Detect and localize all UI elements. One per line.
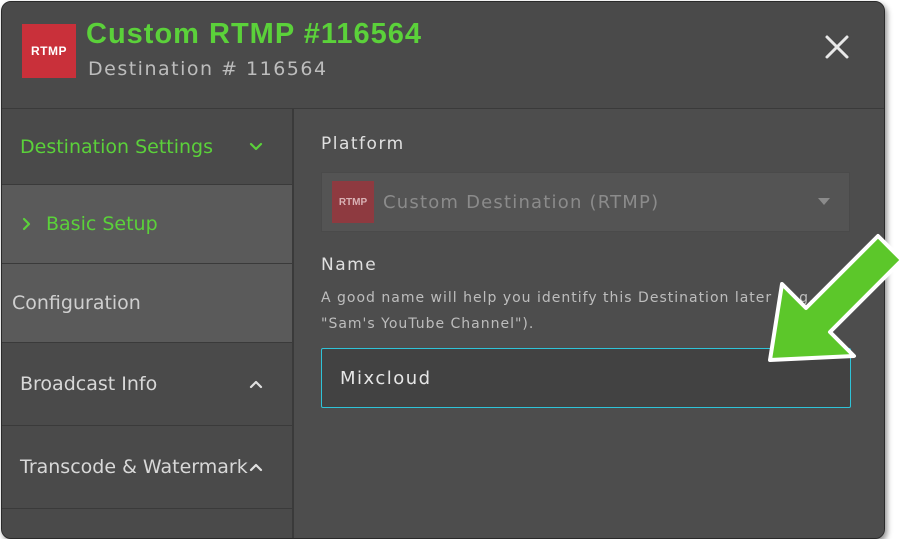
sidebar-item-configuration[interactable]: Configuration <box>2 264 292 343</box>
name-label: Name <box>321 255 378 275</box>
chevron-up-icon <box>249 463 263 472</box>
sidebar-item-label: Basic Setup <box>46 213 158 235</box>
destination-dialog: RTMP Custom RTMP #116564 Destination # 1… <box>1 1 885 539</box>
dialog-title: Custom RTMP #116564 <box>86 18 422 50</box>
rtmp-logo: RTMP <box>22 24 76 78</box>
chevron-up-icon <box>249 380 263 389</box>
sidebar-item-transcode-watermark[interactable]: Transcode & Watermark <box>2 426 292 509</box>
dialog-subtitle: Destination # 116564 <box>88 58 328 80</box>
sidebar-item-broadcast-info[interactable]: Broadcast Info <box>2 343 292 426</box>
chevron-down-icon <box>249 142 263 150</box>
caret-down-icon <box>818 198 830 205</box>
chevron-right-icon <box>22 217 31 231</box>
sidebar-item-basic-setup[interactable]: Basic Setup <box>2 185 292 264</box>
sidebar-item-label: Broadcast Info <box>20 373 158 395</box>
sidebar-item-label: Configuration <box>12 292 141 314</box>
arrow-annotation-icon <box>768 234 904 362</box>
rtmp-mini-logo: RTMP <box>332 181 374 223</box>
dialog-header: RTMP Custom RTMP #116564 Destination # 1… <box>2 2 884 109</box>
close-button[interactable] <box>822 32 852 62</box>
close-icon <box>825 35 849 59</box>
sidebar-item-label: Destination Settings <box>20 135 213 158</box>
sidebar-item-destination-settings[interactable]: Destination Settings <box>2 109 292 185</box>
platform-label: Platform <box>321 134 405 154</box>
platform-select[interactable]: RTMP Custom Destination (RTMP) <box>321 172 850 232</box>
sidebar: Destination Settings Basic Setup Configu… <box>2 109 294 538</box>
platform-value: Custom Destination (RTMP) <box>383 191 660 213</box>
sidebar-item-label: Transcode & Watermark <box>20 456 248 478</box>
